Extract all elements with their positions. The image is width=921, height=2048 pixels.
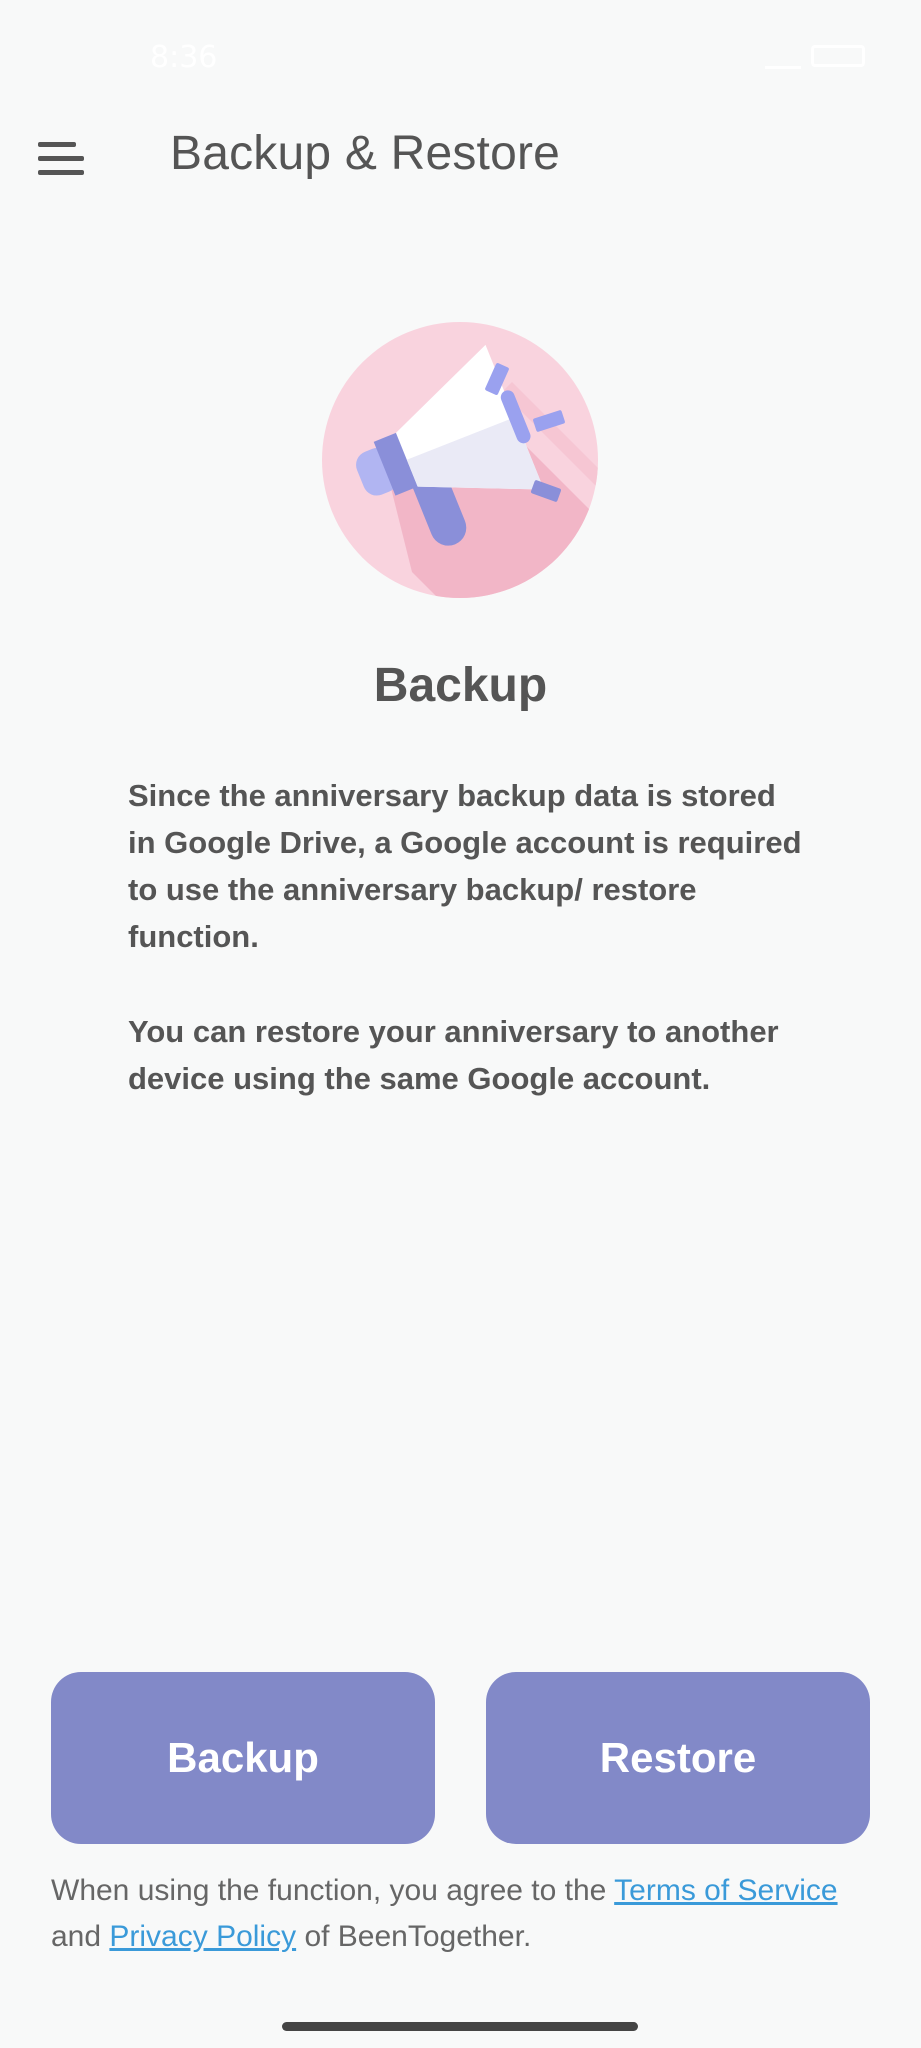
battery-icon bbox=[811, 44, 865, 67]
home-indicator[interactable] bbox=[282, 2022, 638, 2031]
signal-icon bbox=[765, 42, 801, 69]
page-title: Backup & Restore bbox=[170, 127, 561, 180]
description: Since the anniversary backup data is sto… bbox=[128, 772, 808, 1150]
description-paragraph: Since the anniversary backup data is sto… bbox=[128, 778, 802, 954]
section-heading: Backup bbox=[373, 659, 548, 712]
hamburger-menu-icon[interactable] bbox=[32, 128, 92, 188]
restore-button[interactable]: Restore bbox=[486, 1672, 870, 1844]
legal-suffix: of BeenTogether. bbox=[296, 1920, 532, 1953]
status-time: 8:36 bbox=[150, 40, 218, 75]
privacy-policy-link[interactable]: Privacy Policy bbox=[109, 1920, 296, 1953]
terms-of-service-link[interactable]: Terms of Service bbox=[614, 1874, 837, 1907]
backup-button[interactable]: Backup bbox=[51, 1672, 435, 1844]
status-bar: 8:36 bbox=[0, 0, 921, 110]
app-bar: Backup & Restore bbox=[0, 110, 921, 200]
legal-conjunction: and bbox=[51, 1920, 110, 1953]
legal-prefix: When using the function, you agree to th… bbox=[51, 1874, 615, 1907]
description-paragraph: You can restore your anniversary to anot… bbox=[128, 1014, 779, 1096]
megaphone-icon bbox=[322, 322, 598, 598]
status-icons bbox=[765, 42, 865, 69]
legal-notice: When using the function, you agree to th… bbox=[51, 1868, 881, 1960]
action-buttons: Backup Restore bbox=[51, 1672, 870, 1844]
